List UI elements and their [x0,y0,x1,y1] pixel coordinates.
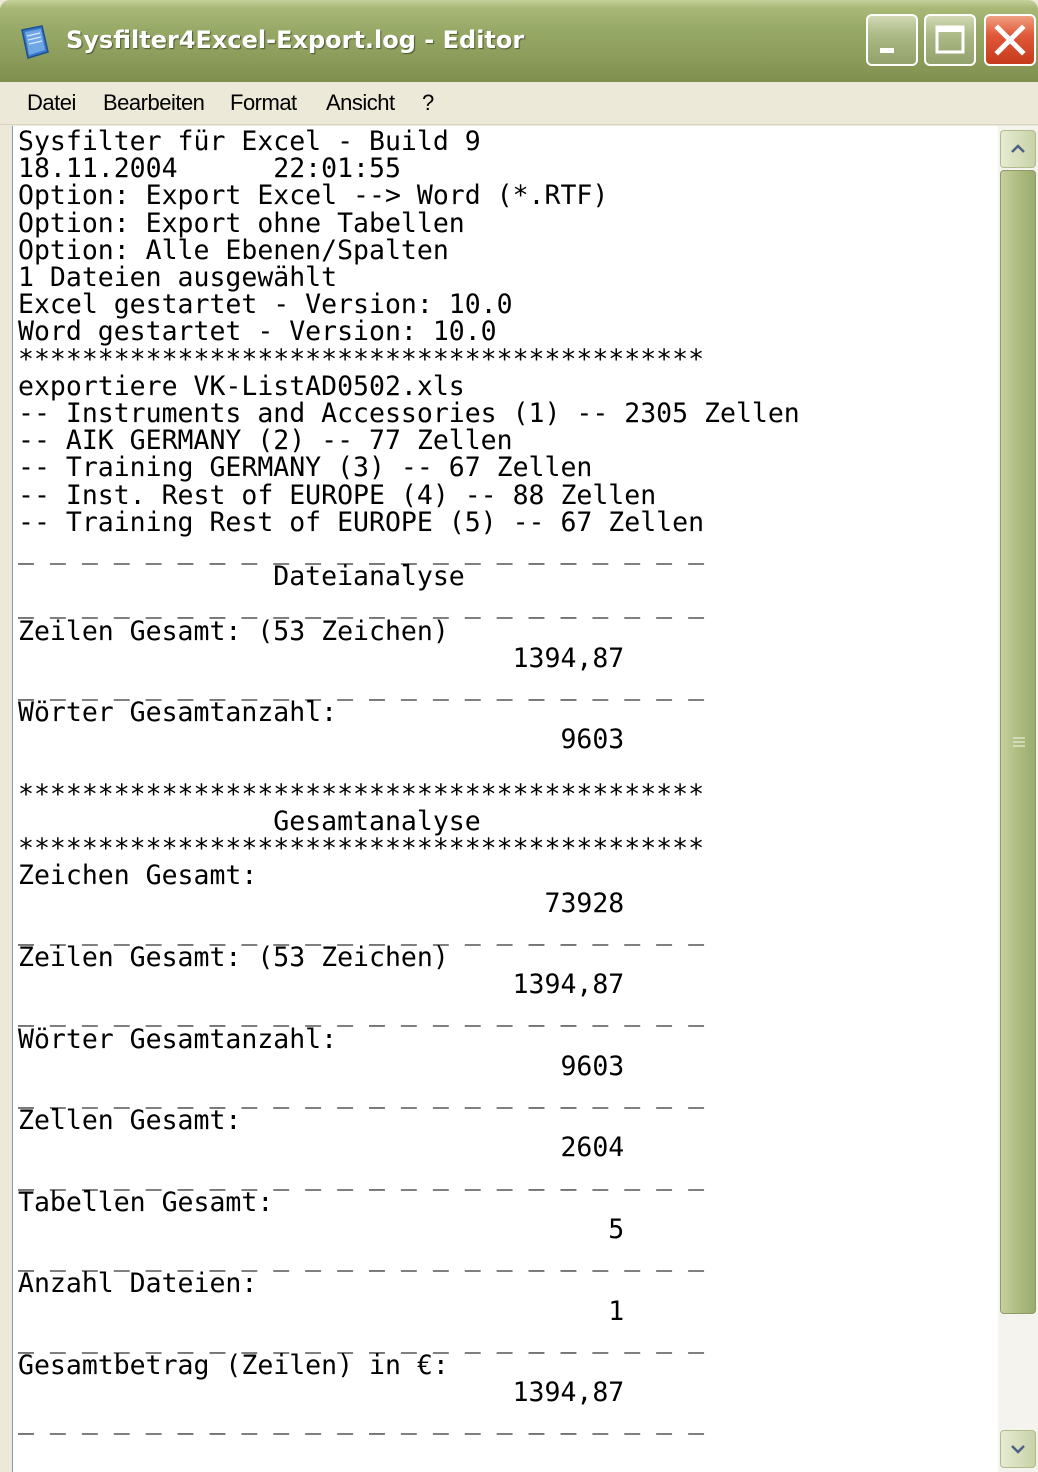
text-line: ****************************************… [18,343,705,375]
scroll-thumb[interactable] [1000,170,1036,1314]
close-icon [994,24,1026,56]
close-button[interactable] [984,14,1036,66]
text-line: Option: Alle Ebenen/Spalten [18,234,449,266]
text-line: Option: Export ohne Tabellen [18,207,465,239]
text-line: Wörter Gesamtanzahl: [18,697,338,729]
chevron-down-icon [1011,1445,1025,1454]
menu-ansicht[interactable]: Ansicht [326,90,395,116]
text-line: -- Inst. Rest of EUROPE (4) -- 88 Zellen [18,479,657,511]
text-line: 9603 [18,724,625,756]
text-line: Zeilen Gesamt: (53 Zeichen) [18,942,449,973]
text-line: _ _ _ _ _ _ _ _ _ _ _ _ _ _ _ _ _ _ _ _ … [18,1322,705,1354]
text-line: _ _ _ _ _ _ _ _ _ _ _ _ _ _ _ _ _ _ _ _ … [18,1159,705,1191]
menu-bearbeiten[interactable]: Bearbeiten [103,90,205,116]
maximize-button[interactable] [924,14,976,66]
text-line: -- Training GERMANY (3) -- 67 Zellen [18,452,593,484]
scroll-down-button[interactable] [1000,1430,1036,1468]
text-line: Anzahl Dateien: [18,1268,258,1300]
text-line: _ _ _ _ _ _ _ _ _ _ _ _ _ _ _ _ _ _ _ _ … [18,670,705,701]
text-line: 9603 [18,1050,625,1082]
text-line: Zeilen Gesamt: (53 Zeichen) [18,615,449,647]
title-bar[interactable]: Sysfilter4Excel-Export.log - Editor [0,0,1038,82]
text-line: Dateianalyse [18,561,465,593]
text-line: Excel gestartet - Version: 10.0 [18,289,513,321]
text-line: Sysfilter für Excel - Build 9 [18,126,481,157]
editor-window: Sysfilter4Excel-Export.log - Editor Date… [0,0,1038,1472]
text-line: 1394,87 [18,1377,625,1409]
menu-format[interactable]: Format [230,90,297,116]
notepad-icon [18,24,52,60]
vertical-scrollbar[interactable] [998,126,1038,1472]
text-line: -- Training Rest of EUROPE (5) -- 67 Zel… [18,506,705,538]
text-line: Gesamtbetrag (Zeilen) in €: [18,1350,449,1381]
chevron-up-icon [1011,144,1025,153]
text-line: Wörter Gesamtanzahl: [18,1023,338,1055]
text-line: ****************************************… [18,778,705,810]
text-line: exportiere VK-ListAD0502.xls [18,370,465,402]
text-line: _ _ _ _ _ _ _ _ _ _ _ _ _ _ _ _ _ _ _ _ … [18,1078,705,1109]
minimize-icon [880,48,894,53]
text-line: _ _ _ _ _ _ _ _ _ _ _ _ _ _ _ _ _ _ _ _ … [18,1404,705,1436]
minimize-button[interactable] [866,14,918,66]
menu-help[interactable]: ? [422,90,434,116]
text-line: -- AIK GERMANY (2) -- 77 Zellen [18,425,513,457]
text-line: Zellen Gesamt: [18,1105,242,1137]
text-line: Option: Export Excel --> Word (*.RTF) [18,180,609,212]
text-line: Word gestartet - Version: 10.0 [18,316,497,348]
text-line: _ _ _ _ _ _ _ _ _ _ _ _ _ _ _ _ _ _ _ _ … [18,1241,705,1273]
grip-icon [1013,737,1025,747]
maximize-icon [935,25,965,54]
text-line: _ _ _ _ _ _ _ _ _ _ _ _ _ _ _ _ _ _ _ _ … [18,996,705,1028]
text-line: _ _ _ _ _ _ _ _ _ _ _ _ _ _ _ _ _ _ _ _ … [18,588,705,620]
menu-bar: Datei Bearbeiten Format Ansicht ? [0,82,1038,125]
text-line: 18.11.2004 22:01:55 [18,153,401,185]
window-title: Sysfilter4Excel-Export.log - Editor [66,26,525,54]
text-line: -- Instruments and Accessories (1) -- 23… [18,398,800,429]
text-line: 73928 [18,887,625,919]
text-line: ****************************************… [18,833,705,865]
text-editor-area[interactable]: Sysfilter für Excel - Build 9 18.11.2004 … [12,126,999,1472]
text-line: _ _ _ _ _ _ _ _ _ _ _ _ _ _ _ _ _ _ _ _ … [18,914,705,946]
text-line: 1 [18,1295,625,1327]
text-line: 5 [18,1214,625,1245]
text-line: _ _ _ _ _ _ _ _ _ _ _ _ _ _ _ _ _ _ _ _ … [18,534,705,565]
text-line: Tabellen Gesamt: [18,1186,274,1218]
text-line: 1394,87 [18,969,625,1001]
scroll-up-button[interactable] [1000,130,1036,168]
text-line: Zeichen Gesamt: [18,860,258,892]
text-line: 1 Dateien ausgewählt [18,262,338,293]
menu-datei[interactable]: Datei [27,90,76,116]
text-line: 1394,87 [18,642,625,674]
text-line: Gesamtanalyse [18,806,481,837]
text-line: 2604 [18,1132,625,1164]
